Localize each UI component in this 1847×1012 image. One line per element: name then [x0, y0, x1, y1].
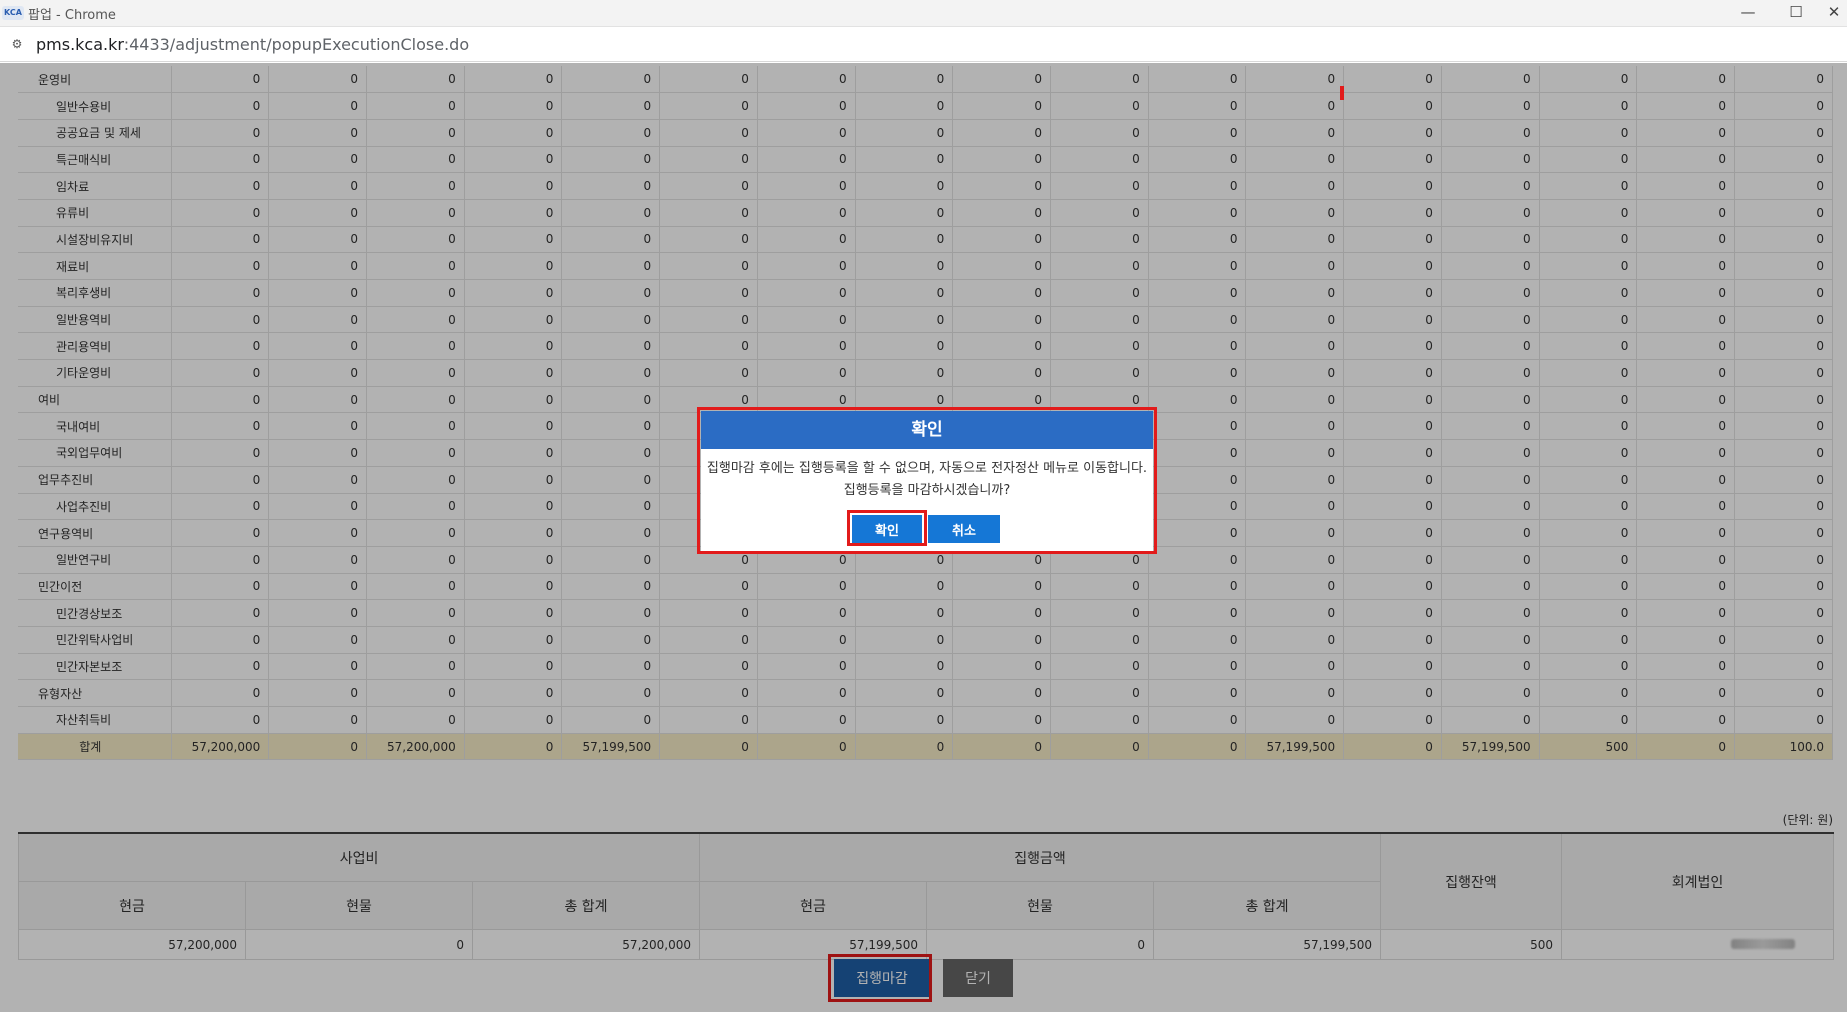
url-host: pms.kca.kr	[36, 34, 124, 54]
dialog-message: 집행마감 후에는 집행등록을 할 수 없으며, 자동으로 전자정산 메뉴로 이동…	[701, 458, 1153, 502]
maximize-icon[interactable]: ☐	[1773, 0, 1819, 27]
red-marker	[1340, 86, 1344, 100]
site-info-icon[interactable]: ⚙	[8, 35, 26, 53]
url-path: :4433/adjustment/popupExecutionClose.do	[123, 34, 470, 54]
dialog-message-line2: 집행등록을 마감하시겠습니까?	[843, 483, 1011, 498]
confirm-dialog: 확인 집행마감 후에는 집행등록을 할 수 없으며, 자동으로 전자정산 메뉴로…	[701, 411, 1153, 551]
close-window-icon[interactable]: ✕	[1821, 0, 1847, 27]
window-titlebar: KCA 팝업 - Chrome — ☐ ✕	[0, 0, 1847, 27]
address-bar: ⚙ pms.kca.kr:4433/adjustment/popupExecut…	[0, 27, 1847, 62]
dialog-message-line1: 집행마감 후에는 집행등록을 할 수 없으며, 자동으로 전자정산 메뉴로 이동…	[706, 461, 1148, 476]
confirm-button[interactable]: 확인	[852, 515, 922, 543]
app-logo-icon: KCA	[2, 6, 24, 20]
minimize-icon[interactable]: —	[1725, 0, 1771, 27]
cancel-button[interactable]: 취소	[928, 515, 1000, 543]
window-title: 팝업 - Chrome	[28, 7, 116, 23]
dialog-title: 확인	[701, 411, 1153, 449]
url-text[interactable]: pms.kca.kr:4433/adjustment/popupExecutio…	[36, 35, 469, 54]
